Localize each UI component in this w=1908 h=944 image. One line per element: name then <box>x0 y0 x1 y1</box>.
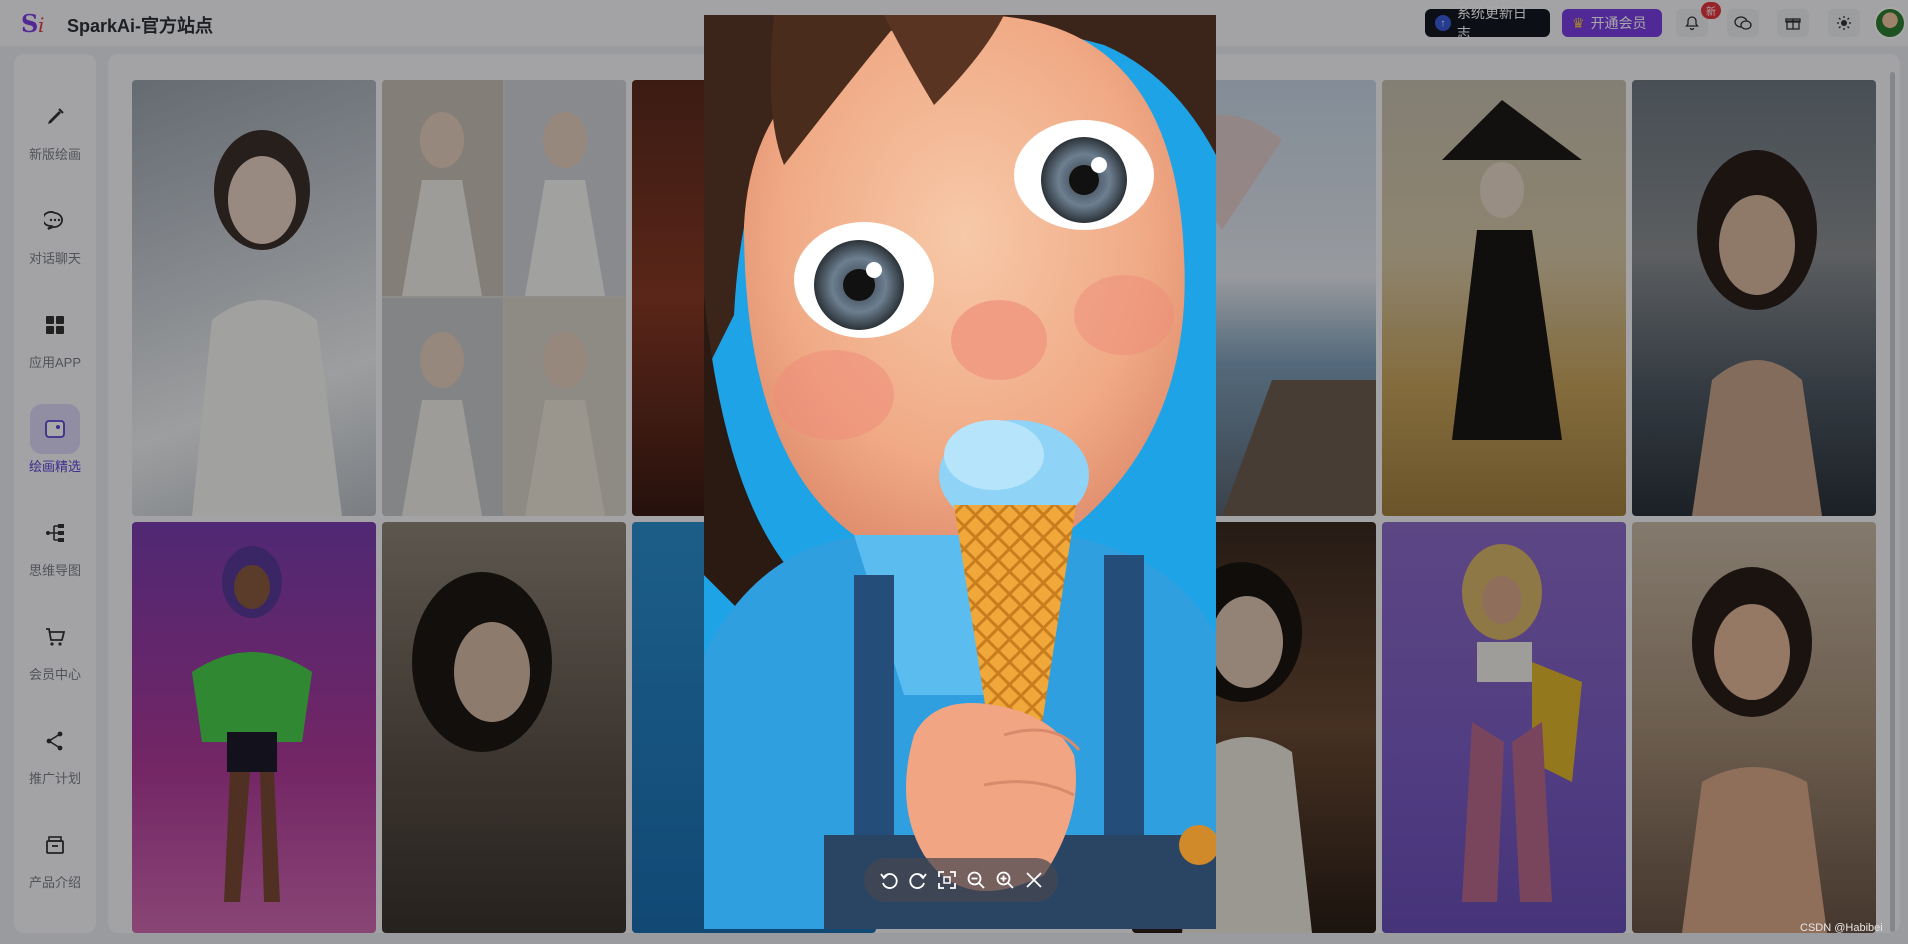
viewer-toolbar <box>864 858 1058 902</box>
fit-screen-icon[interactable] <box>935 868 959 892</box>
rotate-left-icon[interactable] <box>877 868 901 892</box>
preview-image <box>704 15 1216 929</box>
watermark: CSDN @Habibei <box>1800 922 1883 934</box>
rotate-right-icon[interactable] <box>906 868 930 892</box>
close-icon[interactable] <box>1022 868 1046 892</box>
zoom-in-icon[interactable] <box>993 868 1017 892</box>
zoom-out-icon[interactable] <box>964 868 988 892</box>
